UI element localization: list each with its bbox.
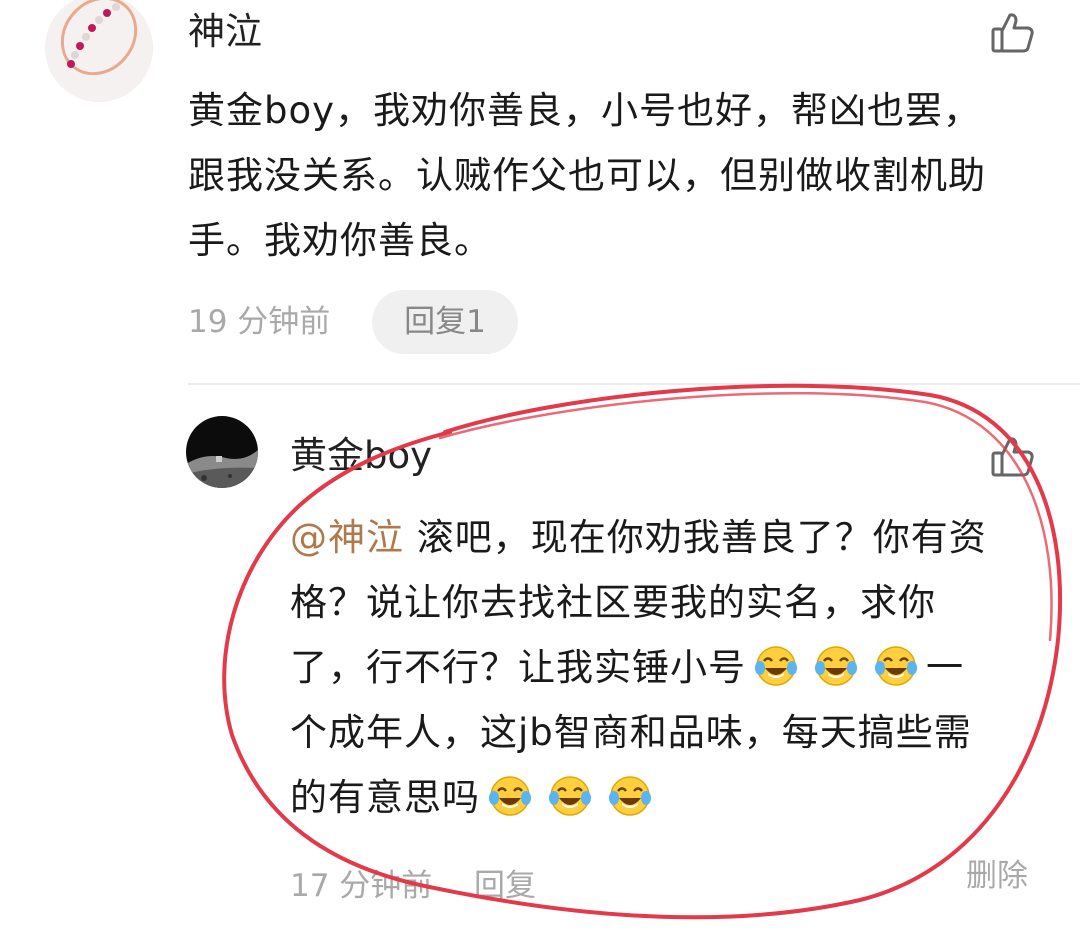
tears-of-joy-emoji [754, 643, 798, 687]
reply-line: 个成年人，这jb智商和品味，每天搞些需 [290, 711, 972, 754]
comment-line: 跟我没关系。认贼作父也可以，但别做收割机助 [188, 154, 986, 197]
tears-of-joy-emoji [548, 773, 592, 817]
comment-line: 黄金boy，我劝你善良，小号也好，帮凶也罢， [188, 89, 982, 132]
comment-body: 黄金boy，我劝你善良，小号也好，帮凶也罢， 跟我没关系。认贼作父也可以，但别做… [188, 78, 986, 273]
delete-button[interactable]: 删除 [966, 856, 1028, 896]
ring-image [45, 0, 153, 102]
avatar[interactable] [45, 0, 153, 102]
tears-of-joy-emoji [608, 773, 652, 817]
reply-line: @神泣 滚吧，现在你劝我善良了？你有资 [290, 516, 987, 559]
comment-author[interactable]: 神泣 [188, 10, 262, 54]
tears-of-joy-emoji [874, 643, 918, 687]
reply-line: 了，行不行？让我实锤小号一 [290, 635, 987, 700]
comment-timestamp: 19 分钟前 [188, 304, 331, 340]
moon-landscape-image [186, 416, 258, 488]
divider [188, 383, 1080, 385]
reply-body: @神泣 滚吧，现在你劝我善良了？你有资 格？说让你去找社区要我的实名，求你 了，… [290, 505, 987, 830]
mention-link[interactable]: @神泣 [290, 516, 404, 559]
avatar[interactable] [186, 416, 258, 488]
reply-line: 格？说让你去找社区要我的实名，求你 [290, 581, 936, 624]
thumbs-up-icon[interactable] [990, 10, 1036, 56]
reply-button[interactable]: 回复 [474, 866, 536, 906]
reply-count-button[interactable]: 回复1 [372, 290, 518, 354]
reply-line: 的有意思吗 [290, 765, 987, 830]
thumbs-up-icon[interactable] [990, 434, 1036, 480]
reply-timestamp: 17 分钟前 [290, 868, 433, 904]
comment-thread: 神泣 黄金boy，我劝你善良，小号也好，帮凶也罢， 跟我没关系。认贼作父也可以，… [0, 0, 1080, 930]
comment-line: 手。我劝你善良。 [188, 219, 492, 262]
tears-of-joy-emoji [814, 643, 858, 687]
reply-author[interactable]: 黄金boy [290, 434, 432, 478]
tears-of-joy-emoji [488, 773, 532, 817]
